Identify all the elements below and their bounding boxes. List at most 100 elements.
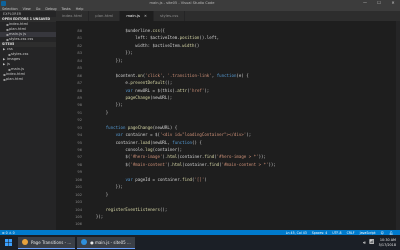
- line-number: 97: [77, 154, 82, 160]
- code-line[interactable]: });: [86, 213, 386, 220]
- clock-date: 5/17/2018: [378, 242, 396, 247]
- code-line[interactable]: });: [86, 183, 386, 190]
- problems-indicator[interactable]: ⊗ 0 ⚠ 0: [2, 231, 15, 235]
- line-number: 81: [77, 35, 82, 41]
- menu-go[interactable]: Go: [36, 7, 41, 11]
- line-number: 80: [77, 28, 82, 33]
- language-mode[interactable]: JavaScript: [360, 231, 376, 235]
- tab-main-js[interactable]: main.js ✕: [120, 11, 154, 21]
- line-number: 90: [77, 102, 82, 108]
- code-line[interactable]: left: $activeItem.position().left,: [86, 34, 386, 41]
- code-line[interactable]: [86, 220, 386, 227]
- line-numbers: 80 81 82 83 84 85 86 87 88 89 90 91 92 93 94 95 96 97 98 99…: [56, 27, 86, 235]
- line-number: 86: [77, 72, 82, 78]
- line-number: 85: [77, 65, 82, 71]
- chevron-right-icon: ▶: [3, 62, 6, 66]
- tab-plan-html[interactable]: plan.html: [89, 11, 121, 21]
- line-number: 95: [77, 139, 82, 145]
- tree-file[interactable]: ▪ plan.html: [0, 77, 56, 82]
- tab-label: main.js: [126, 13, 141, 18]
- line-number: 101: [75, 184, 82, 190]
- line-number: 102: [75, 191, 82, 197]
- windows-logo-icon: [4, 239, 12, 246]
- code-line[interactable]: $('#hero-image').html(container.find('#h…: [86, 153, 386, 160]
- code-line[interactable]: e.preventDefault();: [86, 79, 386, 86]
- code-line[interactable]: }: [86, 191, 386, 198]
- speaker-icon[interactable]: 🔊︎: [363, 240, 366, 246]
- line-number: 84: [77, 57, 82, 63]
- code-line[interactable]: $underline.css({: [86, 27, 386, 34]
- smiley-feedback-icon[interactable]: ☺: [381, 231, 384, 235]
- os-taskbar: Page Transitions - ... ● main.js - site05…: [0, 235, 400, 250]
- clock[interactable]: 10:30 AM 5/17/2018: [379, 238, 396, 247]
- code-area[interactable]: $underline.css({ left: $activeItem.posit…: [86, 27, 386, 235]
- line-number: 99: [77, 169, 82, 175]
- code-line[interactable]: });: [86, 101, 386, 108]
- line-number: 89: [77, 94, 82, 100]
- browser-icon: [22, 239, 28, 245]
- line-number: 103: [75, 199, 82, 205]
- code-line[interactable]: pageChange(newURL);: [86, 94, 386, 101]
- code-line[interactable]: });: [86, 49, 386, 56]
- menu-help[interactable]: Help: [76, 7, 84, 11]
- line-number: 91: [77, 109, 82, 115]
- line-number: 96: [77, 147, 82, 152]
- chevron-right-icon: ▶: [3, 47, 6, 51]
- taskbar-app-button[interactable]: ● main.js - site05 ...: [77, 236, 135, 249]
- line-number: 87: [77, 80, 82, 86]
- line-number: 88: [77, 87, 82, 93]
- indentation-setting[interactable]: Spaces: 4: [312, 231, 328, 235]
- line-number: 83: [77, 50, 82, 56]
- taskbar-app-button[interactable]: Page Transitions - ...: [18, 236, 76, 249]
- cursor-position[interactable]: Ln 45, Col 43: [286, 231, 307, 235]
- code-line[interactable]: var container = $('<div id="loadingConta…: [86, 131, 386, 138]
- code-line[interactable]: [86, 168, 386, 175]
- line-number: 98: [77, 161, 82, 167]
- code-line[interactable]: [86, 116, 386, 123]
- tab-styles-css[interactable]: styles.css: [153, 11, 186, 21]
- start-button[interactable]: [0, 235, 16, 250]
- eol-setting[interactable]: CRLF: [347, 231, 355, 235]
- code-line[interactable]: container.load(newURL, function() {: [86, 139, 386, 146]
- line-number: 93: [77, 124, 82, 130]
- encoding-setting[interactable]: UTF-8: [332, 231, 341, 235]
- menu-debug[interactable]: Debug: [45, 7, 56, 11]
- menu-selection[interactable]: Selection: [2, 7, 18, 11]
- tab-label: styles.css: [159, 13, 179, 18]
- code-line[interactable]: width: $activeItem.width(): [86, 42, 386, 49]
- tab-index-html[interactable]: index.html: [56, 11, 90, 21]
- tab-label: index.html: [62, 13, 83, 18]
- line-number: 94: [77, 132, 82, 138]
- menu-view[interactable]: View: [23, 7, 31, 11]
- code-line[interactable]: [86, 64, 386, 71]
- tab-label: plan.html: [95, 13, 114, 18]
- code-line[interactable]: function pageChange(newURL) {: [86, 124, 386, 131]
- code-line[interactable]: registerEventListeners();: [86, 206, 386, 213]
- code-line[interactable]: $content.on('click', '.transition-link',…: [86, 72, 386, 79]
- line-number: 82: [77, 42, 82, 48]
- code-line[interactable]: [86, 198, 386, 205]
- taskbar-app-label: Page Transitions - ...: [31, 239, 72, 245]
- menu-tasks[interactable]: Tasks: [62, 7, 71, 11]
- line-number: 104: [75, 206, 82, 212]
- code-line[interactable]: var newURL = $(this).attr('href');: [86, 87, 386, 94]
- code-line[interactable]: }: [86, 109, 386, 116]
- code-line[interactable]: var pageId = container.find('[]'): [86, 176, 386, 183]
- tree-item-label: plan.html: [6, 77, 24, 81]
- line-number: 105: [75, 213, 82, 219]
- line-number: 106: [75, 221, 82, 227]
- close-tab-icon[interactable]: ✕: [144, 11, 147, 21]
- editor-tabs: index.html plan.html main.js ✕ styles.css: [56, 11, 400, 21]
- explorer-sidebar: EXPLORER OPEN EDITORS 1 UNSAVED ▪ index.h…: [0, 11, 56, 230]
- window-title: main.js - site05 - Visual Studio Code: [149, 1, 215, 5]
- code-line[interactable]: console.log(container);: [86, 146, 386, 153]
- line-number: 100: [75, 176, 82, 182]
- code-line[interactable]: $('#main-content').html(container.find('…: [86, 161, 386, 168]
- line-number: 92: [77, 117, 82, 123]
- vertical-scrollbar[interactable]: [396, 21, 400, 230]
- vscode-icon: [81, 239, 88, 245]
- bell-icon[interactable]: 🔔︎: [389, 231, 393, 235]
- code-line[interactable]: });: [86, 57, 386, 64]
- code-editor[interactable]: 80 81 82 83 84 85 86 87 88 89 90 91 92 93 94 95 96 97 98 99…: [56, 21, 400, 234]
- network-icon[interactable]: 📶︎: [369, 240, 375, 245]
